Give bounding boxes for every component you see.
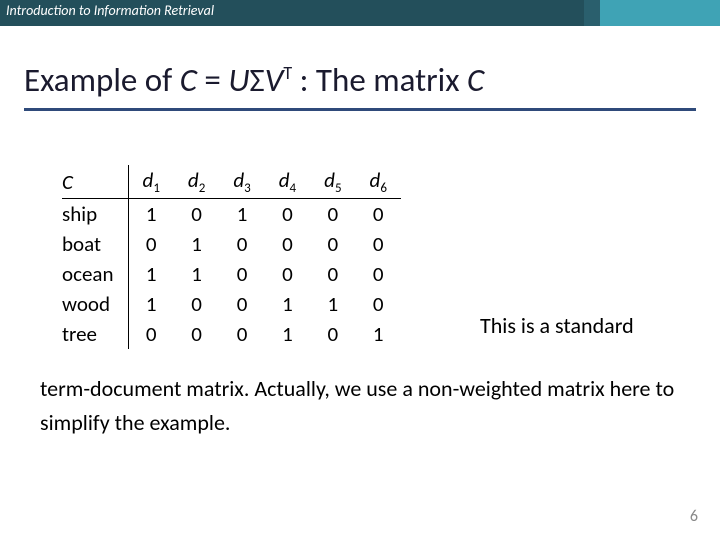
title-suffix: : The matrix [292,60,467,100]
body-text-lead: This is a standard [480,309,680,343]
matrix-corner: C [62,165,128,199]
matrix-table: C d1 d2 d3 d4 d5 d6 ship 1 0 1 0 0 0 [62,165,401,349]
cell: 1 [310,289,355,319]
cell: 0 [356,229,401,259]
body-text-rest: term-document matrix. Actually, we use a… [40,372,680,440]
cell: 0 [219,259,264,289]
page-number: 6 [690,507,698,526]
header-accent [600,0,720,26]
cell: 0 [310,259,355,289]
cell: 1 [356,319,401,349]
matrix-col-3: d3 [219,165,264,199]
cell: 0 [128,319,174,349]
cell: 1 [174,229,219,259]
cell: 1 [128,199,174,230]
title-T: T [283,62,292,84]
table-row: tree 0 0 0 1 0 1 [62,319,401,349]
cell: 0 [174,289,219,319]
title-prefix: Example of [24,60,180,100]
table-row: ship 1 0 1 0 0 0 [62,199,401,230]
row-label: ship [62,199,128,230]
cell: 1 [265,319,310,349]
slide: Introduction to Information Retrieval Ex… [0,0,720,540]
matrix-col-4: d4 [265,165,310,199]
cell: 1 [128,259,174,289]
cell: 0 [219,229,264,259]
cell: 0 [356,259,401,289]
header-accent-divider [584,0,600,26]
row-label: boat [62,229,128,259]
title-C2: C [467,60,484,100]
table-row: boat 0 1 0 0 0 0 [62,229,401,259]
cell: 0 [219,319,264,349]
course-title: Introduction to Information Retrieval [6,2,214,19]
matrix-col-5: d5 [310,165,355,199]
cell: 0 [174,199,219,230]
row-label: tree [62,319,128,349]
cell: 0 [310,319,355,349]
cell: 0 [265,259,310,289]
row-label: wood [62,289,128,319]
matrix-header-row: C d1 d2 d3 d4 d5 d6 [62,165,401,199]
table-row: ocean 1 1 0 0 0 0 [62,259,401,289]
cell: 0 [219,289,264,319]
title-eq: = [197,60,228,100]
title-V: V [265,60,284,100]
slide-title: Example of C = UΣVT : The matrix C [24,60,696,111]
title-C: C [180,60,197,100]
cell: 0 [128,229,174,259]
row-label: ocean [62,259,128,289]
title-U: U [228,60,249,100]
cell: 1 [174,259,219,289]
cell: 0 [265,199,310,230]
cell: 1 [128,289,174,319]
cell: 0 [356,289,401,319]
cell: 1 [219,199,264,230]
cell: 0 [310,199,355,230]
cell: 0 [310,229,355,259]
matrix-col-2: d2 [174,165,219,199]
cell: 0 [174,319,219,349]
cell: 0 [265,229,310,259]
cell: 1 [265,289,310,319]
matrix-col-1: d1 [128,165,174,199]
table-row: wood 1 0 0 1 1 0 [62,289,401,319]
matrix-C: C d1 d2 d3 d4 d5 d6 ship 1 0 1 0 0 0 [62,165,401,349]
cell: 0 [356,199,401,230]
matrix-col-6: d6 [356,165,401,199]
title-sigma: Σ [250,60,265,100]
